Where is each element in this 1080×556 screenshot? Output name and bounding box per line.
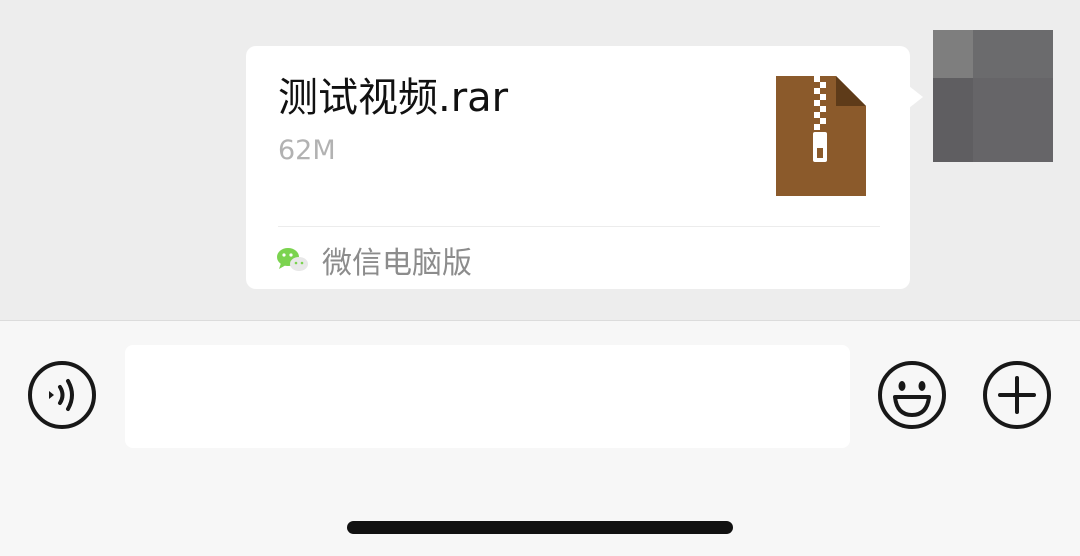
bubble-tail <box>909 86 923 108</box>
file-message-bubble[interactable]: 测试视频.rar 62M 微信电脑版 <box>246 46 910 289</box>
zip-archive-icon <box>776 76 866 196</box>
plus-icon[interactable] <box>982 360 1052 430</box>
source-label: 微信电脑版 <box>322 246 472 281</box>
bubble-divider <box>278 226 880 227</box>
file-size: 62M <box>278 135 336 166</box>
message-input[interactable] <box>125 345 850 448</box>
home-indicator[interactable] <box>347 521 733 534</box>
avatar[interactable] <box>933 30 1053 162</box>
voice-icon[interactable] <box>27 360 97 430</box>
chat-area: 测试视频.rar 62M 微信电脑版 <box>0 0 1080 320</box>
emoji-icon[interactable] <box>877 360 947 430</box>
wechat-icon <box>277 248 308 271</box>
file-name: 测试视频.rar <box>278 75 509 121</box>
input-bar <box>0 320 1080 556</box>
source-row: 微信电脑版 <box>276 238 472 282</box>
